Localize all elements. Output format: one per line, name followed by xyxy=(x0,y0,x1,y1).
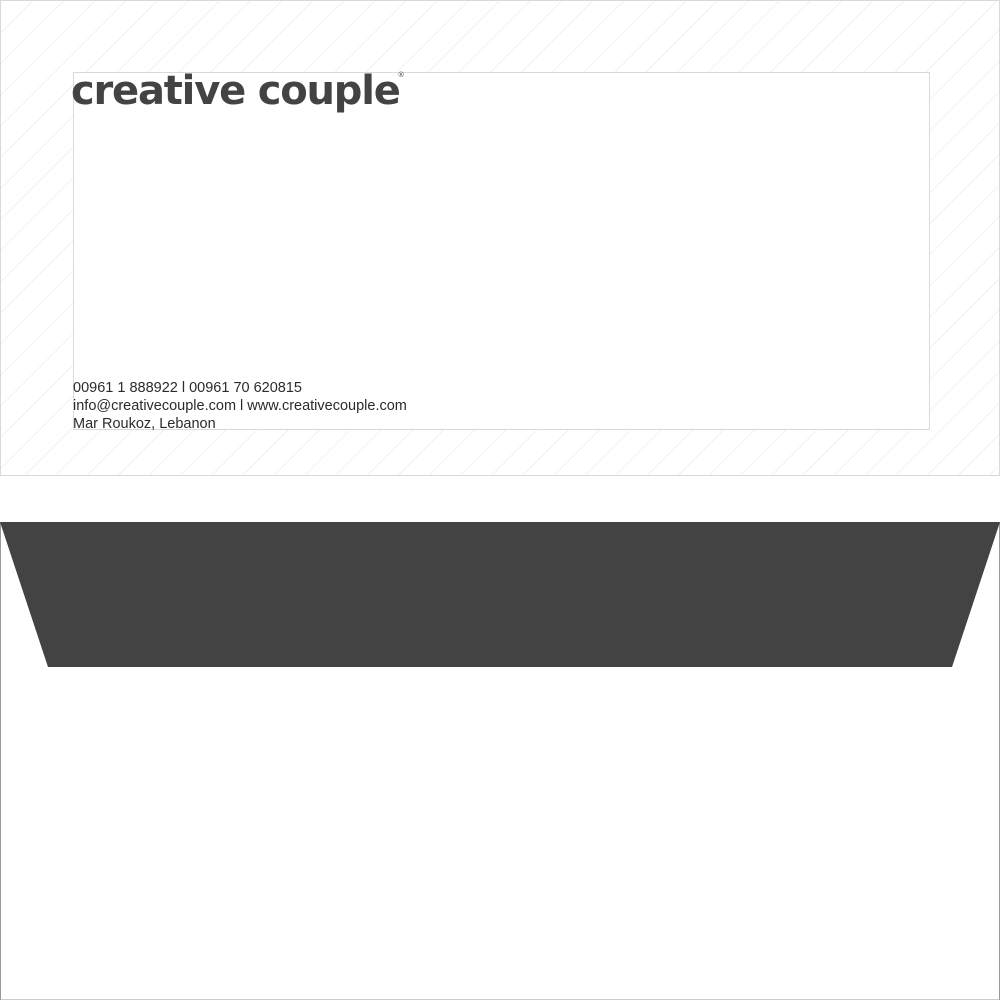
envelope-back xyxy=(0,522,1000,1000)
contact-block: 00961 1 888922 l 00961 70 620815 info@cr… xyxy=(73,379,407,433)
envelope-front: creative couple ® 00961 1 888922 l 00961… xyxy=(0,0,1000,476)
contact-address-line: Mar Roukoz, Lebanon xyxy=(73,416,216,432)
contact-web-line: info@creativecouple.com l www.creativeco… xyxy=(73,398,407,414)
contact-phone-line: 00961 1 888922 l 00961 70 620815 xyxy=(73,380,302,396)
address-panel xyxy=(73,72,930,430)
registered-mark: ® xyxy=(397,71,405,79)
envelope-flap xyxy=(0,522,1000,667)
brand-logo-text: creative couple xyxy=(71,68,401,114)
brand-logo: creative couple ® xyxy=(71,63,405,119)
